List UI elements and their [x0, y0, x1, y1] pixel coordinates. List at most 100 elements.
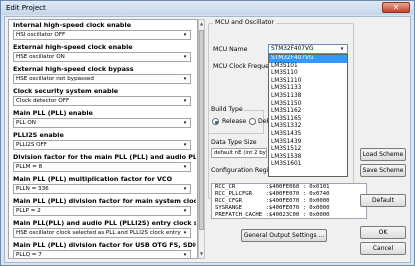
setting-label: Main PLL (PLL) division factor for main …: [13, 197, 196, 205]
setting-label: External high-speed clock bypass: [13, 65, 134, 73]
build-type-label: Build Type: [210, 106, 244, 113]
chevron-down-icon: ▾: [340, 46, 344, 52]
setting-select[interactable]: PLLN = 336 ▾: [13, 184, 191, 194]
setting-row: Internal high-speed clock enable HSI osci…: [9, 20, 197, 42]
setting-select[interactable]: HSE oscillator not bypassed ▾: [13, 74, 191, 84]
setting-value: Clock detector OFF: [16, 98, 70, 104]
setting-value: PLLI2S OFF: [16, 142, 47, 148]
register-name: RCC_CFGR: [215, 198, 263, 204]
mcu-dropdown-item[interactable]: LM3S1332: [269, 123, 347, 131]
setting-select[interactable]: HSE oscillator clock selected as PLL and…: [13, 228, 191, 238]
mcu-dropdown-item[interactable]: LM3S1150: [269, 101, 347, 109]
register-name: RCC_CR: [215, 184, 263, 190]
setting-value: PLLP = 2: [16, 208, 41, 214]
setting-label: Division factor for the main PLL (PLL) a…: [13, 153, 196, 161]
setting-row: Main PLL (PLL) enable PLL ON ▾: [9, 108, 197, 130]
register-value: :$400FE070 : 0x0000: [265, 198, 330, 204]
setting-row: External high-speed clock enable HSE osci…: [9, 42, 197, 64]
setting-row: External high-speed clock bypass HSE osci…: [9, 64, 197, 86]
release-label: Release: [222, 118, 247, 125]
chevron-down-icon: ▾: [183, 186, 187, 192]
release-radio[interactable]: [212, 118, 219, 125]
setting-value: PLLM = 8: [16, 164, 43, 170]
mcu-dropdown-item[interactable]: LM3S1110: [269, 78, 347, 86]
mcu-dropdown-item[interactable]: LM3S1138: [269, 93, 347, 101]
chevron-down-icon: ▾: [183, 98, 187, 104]
setting-select[interactable]: Clock detector OFF ▾: [13, 96, 191, 106]
register-name: RCC_PLLCFGR: [215, 191, 263, 197]
setting-row: PLLI2S enable PLLI2S OFF ▾: [9, 130, 197, 152]
scroll-up-icon[interactable]: ▲: [199, 21, 204, 27]
chevron-down-icon: ▾: [183, 230, 187, 236]
general-output-settings-button[interactable]: General Output Settings ...: [241, 229, 327, 242]
register-row: RCC_PLLCFGR :$400FE070 : 0x0740: [212, 191, 366, 198]
load-scheme-button[interactable]: Load Scheme: [360, 148, 406, 161]
register-value: :$400FE070 : 0x0000: [265, 205, 330, 211]
setting-row: Division factor for the main PLL (PLL) a…: [9, 152, 197, 174]
mcu-dropdown-item[interactable]: LM3S1538: [269, 154, 347, 162]
setting-value: HSE oscillator not bypassed: [16, 76, 94, 82]
register-row: RCC_CR :$400FE060 : 0x0101: [212, 184, 366, 191]
chevron-down-icon: ▾: [183, 164, 187, 170]
setting-label: Main PLL (PLL) multiplication factor for…: [13, 175, 173, 183]
setting-value: HSI oscillator OFF: [16, 32, 66, 38]
window-title: Edit Project: [6, 4, 46, 12]
setting-select[interactable]: HSI oscillator OFF ▾: [13, 30, 191, 40]
mcu-group-title: MCU and Oscillator: [213, 19, 276, 26]
mcu-clock-label: MCU Clock Frequenc: [213, 63, 277, 70]
mcu-dropdown-item[interactable]: STM32F407VG: [269, 55, 347, 63]
config-register-list: RCC_CR :$400FE060 : 0x0101 RCC_PLLCFGR :$…: [211, 183, 367, 219]
setting-row: Main PLL(PLL) and audio PLL (PLLI2S) ent…: [9, 218, 197, 240]
setting-row: Main PLL (PLL) division factor for USB O…: [9, 240, 197, 258]
save-scheme-button[interactable]: Save Scheme: [360, 164, 406, 177]
chevron-down-icon: ▾: [183, 54, 187, 60]
default-button[interactable]: Default: [360, 194, 406, 207]
settings-scrollbar[interactable]: ▲ ▼: [198, 19, 205, 259]
mcu-dropdown-item[interactable]: LM3S1601: [269, 161, 347, 169]
setting-select[interactable]: HSE oscillator ON ▾: [13, 52, 191, 62]
register-value: :$40023C00 : 0x0000: [265, 212, 330, 218]
mcu-dropdown-item[interactable]: LM3S1133: [269, 85, 347, 93]
setting-value: HSE oscillator ON: [16, 54, 65, 60]
setting-value: PLL ON: [16, 120, 36, 126]
setting-select[interactable]: PLLI2S OFF ▾: [13, 140, 191, 150]
mcu-dropdown-item[interactable]: LM3S1512: [269, 146, 347, 154]
setting-select[interactable]: PLLM = 8 ▾: [13, 162, 191, 172]
register-name: SYSRANGE: [215, 205, 263, 211]
setting-label: Main PLL (PLL) enable: [13, 109, 93, 117]
setting-row: Clock security system enable Clock detect…: [9, 86, 197, 108]
mcu-dropdown-item[interactable]: LM3S1439: [269, 139, 347, 147]
cancel-button[interactable]: Cancel: [360, 242, 406, 255]
setting-row: Main PLL (PLL) division factor for main …: [9, 196, 197, 218]
debug-radio[interactable]: [249, 118, 256, 125]
setting-row: Main PLL (PLL) multiplication factor for…: [9, 174, 197, 196]
data-type-size-select[interactable]: default nE (int 2 byte): [211, 148, 267, 158]
setting-label: Main PLL(PLL) and audio PLL (PLLI2S) ent…: [13, 219, 196, 227]
mcu-name-select[interactable]: STM32F407VG ▾: [268, 44, 348, 54]
mcu-name-value: STM32F407VG: [271, 46, 314, 52]
scroll-down-icon[interactable]: ▼: [199, 251, 204, 257]
chevron-down-icon: ▾: [183, 252, 187, 258]
setting-label: External high-speed clock enable: [13, 43, 133, 51]
edit-project-window: Edit Project ✕ Internal high-speed clock…: [0, 0, 415, 266]
register-row: SYSRANGE :$400FE070 : 0x0000: [212, 205, 366, 212]
setting-select[interactable]: PLLQ = 7 ▾: [13, 250, 191, 258]
setting-select[interactable]: PLLP = 2 ▾: [13, 206, 191, 216]
mcu-dropdown-item[interactable]: LM3S101: [269, 63, 347, 71]
mcu-dropdown-item[interactable]: LM3S1435: [269, 131, 347, 139]
close-button[interactable]: ✕: [382, 2, 410, 13]
title-bar: Edit Project ✕: [1, 1, 414, 15]
mcu-dropdown-item[interactable]: LM3S1165: [269, 116, 347, 124]
scrollbar-thumb[interactable]: [199, 30, 204, 230]
ok-button[interactable]: OK: [360, 226, 406, 239]
chevron-down-icon: ▾: [183, 76, 187, 82]
setting-label: Clock security system enable: [13, 87, 119, 95]
mcu-dropdown-list[interactable]: STM32F407VG LM3S101 LM3S110 LM3S1110 LM3S113…: [268, 54, 348, 177]
register-row: PREFATCH_CACHE :$40023C00 : 0x0000: [212, 212, 366, 218]
mcu-dropdown-item[interactable]: LM3S1162: [269, 108, 347, 116]
clock-settings-list: Internal high-speed clock enable HSI osci…: [8, 19, 198, 259]
register-value: :$400FE070 : 0x0740: [265, 191, 330, 197]
setting-value: PLLQ = 7: [16, 252, 42, 258]
mcu-dropdown-item[interactable]: LM3S110: [269, 70, 347, 78]
setting-select[interactable]: PLL ON ▾: [13, 118, 191, 128]
